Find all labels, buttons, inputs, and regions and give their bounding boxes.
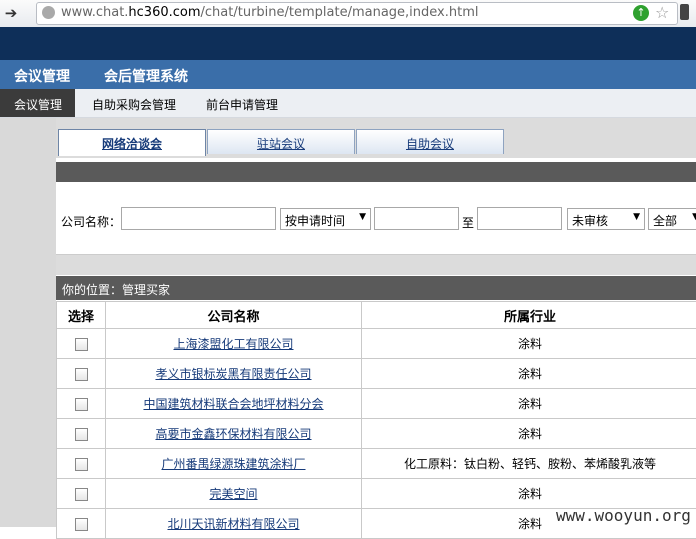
browser-address-bar: ➔ www.chat.hc360.com/chat/turbine/templa… [0,0,696,28]
company-name-input[interactable] [121,207,276,230]
scope-select[interactable]: 全部▼ [648,208,696,230]
watermark: www.wooyun.org [556,506,691,525]
globe-icon [42,6,55,19]
row-checkbox[interactable] [75,428,88,441]
tab-self-meeting[interactable]: 自助会议 [356,129,504,154]
tab-online-meeting[interactable]: 网络洽谈会 [58,129,206,156]
dropdown-arrow-icon: ▼ [633,212,640,222]
row-checkbox[interactable] [75,398,88,411]
company-name-label: 公司名称： [61,213,121,230]
url-text: www.chat.hc360.com/chat/turbine/template… [61,5,479,20]
company-link[interactable]: 完美空间 [209,487,257,501]
table-row: 上海漆盟化工有限公司 涂料 [57,329,696,359]
left-gutter [0,118,56,527]
industry-cell: 涂料 [362,479,696,509]
sub-nav-front-apply[interactable]: 前台申请管理 [206,96,278,113]
table-row: 高要市金鑫环保材料有限公司 涂料 [57,419,696,449]
start-date-input[interactable] [374,207,459,230]
top-banner [0,27,696,60]
industry-cell: 涂料 [362,359,696,389]
bookmark-star-icon[interactable]: ☆ [655,3,669,22]
spacer [56,255,696,275]
to-label: 至 [462,214,474,231]
company-link[interactable]: 高要市金鑫环保材料有限公司 [155,427,311,441]
main-nav: 会议管理 会后管理系统 [0,60,696,89]
main-nav-post-meeting[interactable]: 会后管理系统 [104,66,188,86]
filter-panel-header [56,162,696,182]
table-row: 中国建筑材料联合会地坪材料分会 涂料 [57,389,696,419]
sub-nav-self-purchase[interactable]: 自助采购会管理 [92,96,176,113]
sub-nav: 会议管理 自助采购会管理 前台申请管理 [0,89,696,118]
table-header-row: 选择 公司名称 所属行业 [57,302,696,329]
col-industry: 所属行业 [362,302,696,329]
sub-nav-meeting-active[interactable]: 会议管理 [0,89,75,117]
phone-icon[interactable] [680,4,689,20]
company-link[interactable]: 孝义市银标炭黑有限责任公司 [155,367,311,381]
row-checkbox[interactable] [75,458,88,471]
breadcrumb: 你的位置：管理买家 [56,276,696,300]
status-select[interactable]: 未审核▼ [567,208,645,230]
industry-cell: 化工原料：钛白粉、轻钙、胺粉、苯烯酸乳液等 [362,449,696,479]
company-link[interactable]: 广州番禺绿源珠建筑涂料厂 [161,457,305,471]
table-row: 完美空间 涂料 [57,479,696,509]
industry-cell: 涂料 [362,419,696,449]
tab-onsite-meeting[interactable]: 驻站会议 [207,129,355,154]
row-checkbox[interactable] [75,338,88,351]
industry-cell: 涂料 [362,389,696,419]
col-company: 公司名称 [106,302,362,329]
end-date-input[interactable] [477,207,562,230]
company-link[interactable]: 北川天讯新材料有限公司 [167,517,299,531]
table-row: 孝义市银标炭黑有限责任公司 涂料 [57,359,696,389]
company-table: 选择 公司名称 所属行业 上海漆盟化工有限公司 涂料 孝义市银标炭黑有限责任公司… [56,301,696,539]
main-nav-meeting[interactable]: 会议管理 [14,66,70,86]
row-checkbox[interactable] [75,488,88,501]
row-checkbox[interactable] [75,518,88,531]
dropdown-arrow-icon: ▼ [359,212,366,222]
company-link[interactable]: 中国建筑材料联合会地坪材料分会 [143,397,323,411]
table-row: 广州番禺绿源珠建筑涂料厂 化工原料：钛白粉、轻钙、胺粉、苯烯酸乳液等 [57,449,696,479]
dropdown-arrow-icon: ▼ [692,212,696,222]
url-field[interactable]: www.chat.hc360.com/chat/turbine/template… [36,2,678,25]
go-icon[interactable]: ↑ [633,5,649,21]
company-link[interactable]: 上海漆盟化工有限公司 [173,337,293,351]
sort-select[interactable]: 按申请时间▼ [280,208,371,230]
col-select: 选择 [57,302,106,329]
row-checkbox[interactable] [75,368,88,381]
industry-cell: 涂料 [362,329,696,359]
back-forward-icon[interactable]: ➔ [0,4,34,23]
